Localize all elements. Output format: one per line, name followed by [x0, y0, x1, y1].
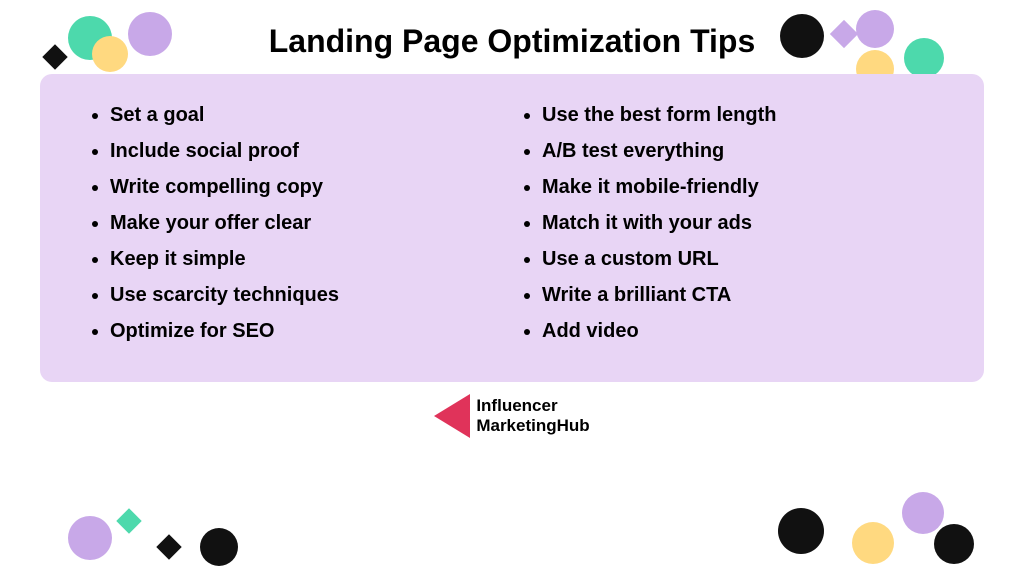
deco-circle-purple-bl — [68, 516, 112, 560]
list-item: Keep it simple — [110, 246, 502, 272]
list-item: Make your offer clear — [110, 210, 502, 236]
logo-line2: MarketingHub — [476, 416, 589, 436]
list-item: Make it mobile-friendly — [542, 174, 934, 200]
deco-circle-purple-br — [902, 492, 944, 534]
left-list: Set a goal Include social proof Write co… — [90, 102, 502, 344]
right-list: Use the best form length A/B test everyt… — [522, 102, 934, 344]
list-item: Add video — [542, 318, 934, 344]
list-item: Use the best form length — [542, 102, 934, 128]
header: Landing Page Optimization Tips — [0, 0, 1024, 74]
list-item: Use a custom URL — [542, 246, 934, 272]
deco-diamond-teal-bl — [116, 508, 141, 533]
left-column: Set a goal Include social proof Write co… — [90, 102, 502, 354]
list-item: Optimize for SEO — [110, 318, 502, 344]
logo-text: Influencer MarketingHub — [476, 396, 589, 437]
content-box: Set a goal Include social proof Write co… — [40, 74, 984, 382]
list-item: Include social proof — [110, 138, 502, 164]
list-item: Write compelling copy — [110, 174, 502, 200]
logo-line1: Influencer — [476, 396, 589, 416]
list-item: Write a brilliant CTA — [542, 282, 934, 308]
list-item: Match it with your ads — [542, 210, 934, 236]
deco-circle-yellow-br — [852, 522, 894, 564]
deco-circle-black-bc — [200, 528, 238, 566]
footer: Influencer MarketingHub — [0, 382, 1024, 438]
logo-icon — [434, 394, 470, 438]
deco-diamond-black-bl — [156, 534, 181, 559]
logo: Influencer MarketingHub — [434, 394, 589, 438]
right-column: Use the best form length A/B test everyt… — [522, 102, 934, 354]
list-item: Use scarcity techniques — [110, 282, 502, 308]
page-title: Landing Page Optimization Tips — [20, 22, 1004, 60]
deco-circle-black-br2 — [934, 524, 974, 564]
deco-circle-black-br1 — [778, 508, 824, 554]
list-item: Set a goal — [110, 102, 502, 128]
list-item: A/B test everything — [542, 138, 934, 164]
